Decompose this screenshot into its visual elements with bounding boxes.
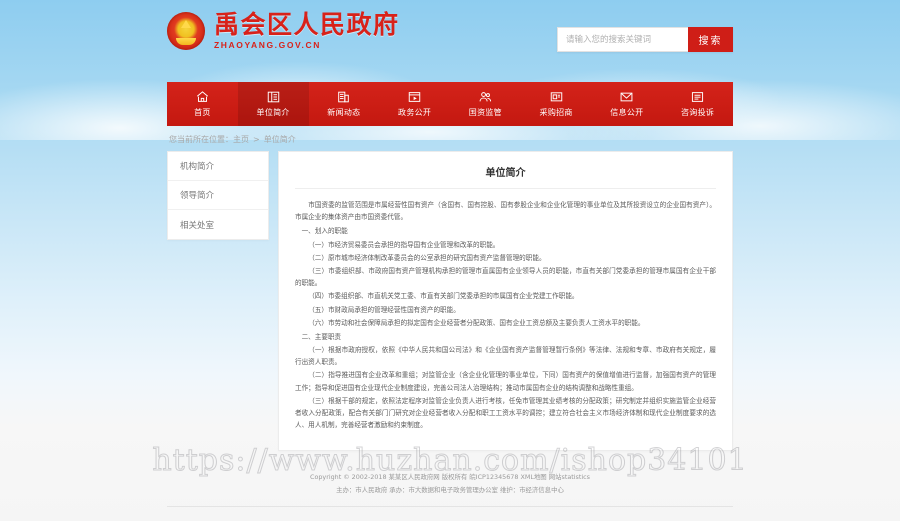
page-title: 单位简介 (295, 164, 716, 189)
nav-item-home[interactable]: 首页 (167, 82, 238, 126)
article-paragraph: （三）市委组织部、市政府国有资产管理机构承担的管理市直属国有企业领导人员的职能，… (295, 266, 716, 288)
search-input[interactable] (557, 27, 688, 52)
document-lines-icon (690, 90, 705, 104)
primary-navigation[interactable]: 首页 单位简介 新闻动态 政务公开 国资监管 采购招商 信息公开 咨询投诉 (167, 82, 733, 126)
article-paragraph: （二）指导推进国有企业改革和重组；对监管企业（含企业化管理的事业单位，下同）国有… (295, 371, 716, 392)
nav-item-complaints[interactable]: 咨询投诉 (662, 82, 733, 126)
sidebar-item-label: 领导简介 (180, 191, 215, 201)
article-paragraph: （四）市委组织部、市直机关党工委、市直有关部门党委承担的市属国有企业党建工作职能… (308, 292, 579, 301)
nav-item-affairs-open[interactable]: 政务公开 (379, 82, 450, 126)
site-domain: ZHAOYANG.GOV.CN (214, 40, 321, 51)
sidebar-menu[interactable]: 机构简介 领导简介 相关处室 (167, 151, 269, 240)
article-panel: 单位简介 市国资委的监管范围是市属经营性国有资产（含国有、国有控股、国有参股企业… (278, 151, 733, 452)
nav-item-news[interactable]: 新闻动态 (309, 82, 380, 126)
nav-label: 国资监管 (468, 108, 502, 117)
article-paragraph: （一）根据市政府授权，依照《中华人民共和国公司法》和《企业国有资产监督管理暂行条… (295, 346, 716, 367)
site-title: 禹会区人民政府 (214, 10, 400, 40)
sidebar-item-label: 机构简介 (180, 162, 215, 172)
building-icon (266, 90, 281, 104)
site-brand[interactable]: 禹会区人民政府 ZHAOYANG.GOV.CN (167, 12, 400, 50)
sidebar-item-label: 相关处室 (180, 220, 215, 231)
search-button[interactable]: 搜索 (688, 27, 733, 52)
nav-label: 采购招商 (539, 108, 573, 117)
article-paragraph: （一）市经济贸易委员会承担的指导国有企业管理和改革的职能。 (308, 240, 500, 249)
sidebar-item-leader-intro[interactable]: 领导简介 (168, 181, 268, 210)
nav-item-unit-intro[interactable]: 单位简介 (237, 82, 309, 126)
footer-copyright: Copyright © 2002-2018 某某区人民政府网 版权所有 皖ICP… (310, 473, 590, 482)
nav-label: 信息公开 (610, 108, 644, 117)
article-paragraph: （五）市财政局承担的管理经营性国有资产的职能。 (308, 305, 460, 314)
article-paragraph: （三）根据干部的规定，依照法定程序对监管企业负责人进行考核，任免市管理其业绩考核… (295, 396, 716, 430)
page-root: 禹会区人民政府 ZHAOYANG.GOV.CN 搜索 首页 (0, 0, 900, 507)
nav-label: 新闻动态 (327, 108, 361, 117)
envelope-icon (619, 90, 634, 104)
site-header: 禹会区人民政府 ZHAOYANG.GOV.CN 搜索 (0, 0, 900, 82)
article-body: 市国资委的监管范围是市属经营性国有资产（含国有、国有控股、国有参股企业和企业化管… (295, 199, 716, 431)
footer-organizers: 主办：市人民政府 承办：市大数据和电子政务管理办公室 维护：市经济信息中心 (336, 485, 564, 494)
breadcrumb-current: 单位简介 (263, 135, 296, 144)
presentation-icon (549, 90, 564, 104)
people-icon (478, 90, 493, 104)
nav-item-state-asset-supervision[interactable]: 国资监管 (450, 82, 521, 126)
article-paragraph: （六）市劳动和社会保障局承担的拟定国有企业经营者分配政策、国有企业工资总额及主要… (308, 318, 645, 327)
news-icon (336, 90, 351, 104)
nav-label: 咨询投诉 (681, 108, 715, 117)
nav-label: 首页 (194, 108, 211, 117)
breadcrumb: 您当前所在位置：主页 > 单位简介 (167, 126, 733, 151)
footer-divider (167, 505, 733, 507)
video-icon (407, 90, 422, 104)
nav-label: 政务公开 (398, 108, 432, 117)
national-emblem-icon (167, 12, 205, 50)
nav-label: 单位简介 (256, 108, 290, 117)
article-section-heading: 一、划入的职能 (301, 227, 348, 236)
nav-item-procurement[interactable]: 采购招商 (521, 82, 592, 126)
site-search[interactable]: 搜索 (557, 27, 733, 52)
breadcrumb-separator: > (253, 135, 260, 144)
sidebar-item-org-intro[interactable]: 机构简介 (168, 152, 268, 181)
sidebar-item-related-offices[interactable]: 相关处室 (168, 210, 268, 239)
site-footer: Copyright © 2002-2018 某某区人民政府网 版权所有 皖ICP… (167, 465, 733, 495)
nav-item-information-disclosure[interactable]: 信息公开 (592, 82, 663, 126)
home-icon (195, 90, 210, 104)
breadcrumb-prefix: 您当前所在位置： (169, 135, 233, 144)
article-paragraph: 市国资委的监管范围是市属经营性国有资产（含国有、国有控股、国有参股企业和企业化管… (295, 201, 716, 222)
article-paragraph: （二）原市城市经济体制改革委员会的公室承担的研究国有资产监督管理的职能。 (308, 253, 546, 262)
article-section-heading: 二、主要职责 (301, 332, 342, 341)
breadcrumb-home-link[interactable]: 主页 (233, 135, 249, 144)
